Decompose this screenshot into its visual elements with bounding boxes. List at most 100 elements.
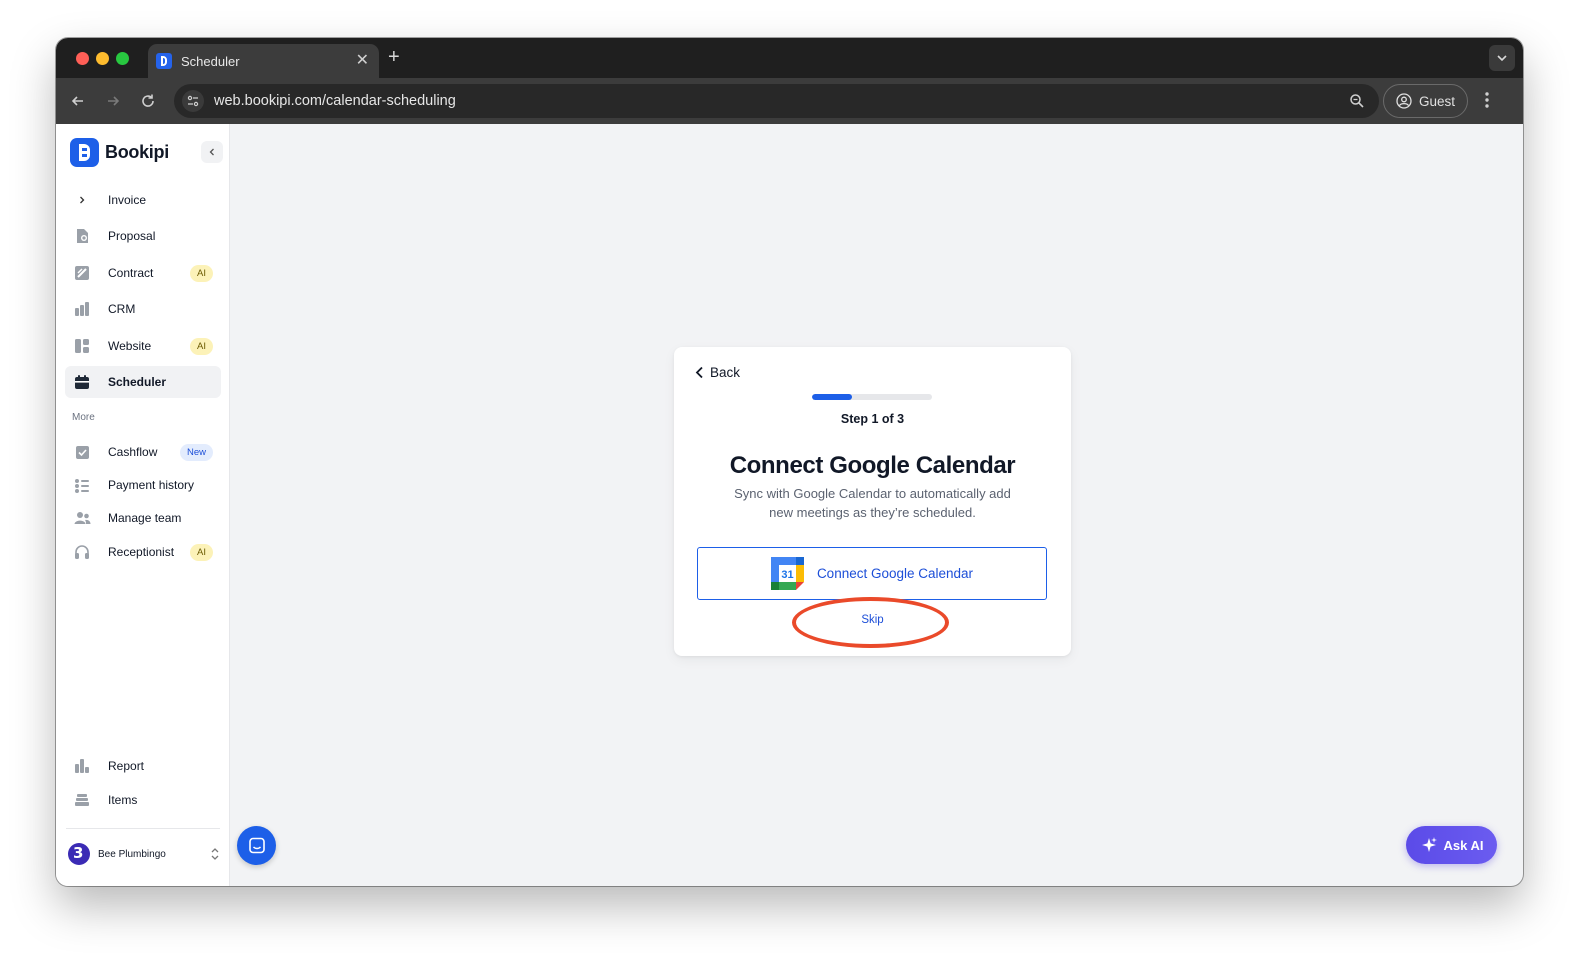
tab-strip: Scheduler ✕ + bbox=[56, 38, 1523, 78]
sidebar-item-label: Cashflow bbox=[108, 445, 158, 459]
sidebar-divider bbox=[66, 828, 220, 829]
browser-menu-icon[interactable] bbox=[1484, 91, 1490, 109]
sidebar-item-label: Receptionist bbox=[108, 545, 175, 559]
sidebar-item-label: Contract bbox=[108, 266, 154, 280]
main-content: Back Step 1 of 3 Connect Google Calendar… bbox=[230, 124, 1523, 886]
contract-icon bbox=[73, 264, 91, 282]
back-nav-button[interactable] bbox=[66, 89, 90, 113]
ask-ai-button[interactable]: Ask AI bbox=[1406, 826, 1497, 864]
browser-window: Scheduler ✕ + web.bookipi.com/calendar-s… bbox=[56, 38, 1523, 886]
account-name: Bee Plumbingo bbox=[98, 848, 166, 860]
account-switcher[interactable]: Bee Plumbingo bbox=[68, 841, 220, 867]
sidebar-item-items[interactable]: Items bbox=[65, 784, 221, 816]
calendar-day-number: 31 bbox=[781, 569, 793, 581]
close-tab-icon[interactable]: ✕ bbox=[356, 53, 369, 69]
bookipi-logo[interactable]: Bookipi bbox=[70, 138, 169, 167]
ai-badge: AI bbox=[190, 543, 213, 561]
sidebar-item-label: Scheduler bbox=[108, 375, 167, 389]
app-viewport: Bookipi Invoice Proposal Contract AI CRM… bbox=[56, 124, 1523, 886]
sidebar-item-proposal[interactable]: Proposal bbox=[65, 220, 221, 252]
bookipi-logo-icon bbox=[70, 138, 99, 167]
card-description: Sync with Google Calendar to automatical… bbox=[734, 486, 1011, 520]
reload-button[interactable] bbox=[136, 89, 160, 113]
chat-icon bbox=[248, 837, 265, 853]
new-tab-button[interactable]: + bbox=[388, 46, 400, 69]
proposal-icon bbox=[73, 227, 91, 245]
sidebar-item-label: Manage team bbox=[108, 511, 182, 525]
minimize-window-button[interactable] bbox=[96, 52, 109, 65]
chat-launcher-button[interactable] bbox=[237, 826, 276, 865]
address-bar[interactable]: web.bookipi.com/calendar-scheduling bbox=[174, 84, 1379, 118]
report-icon bbox=[73, 757, 91, 775]
sidebar-item-manage-team[interactable]: Manage team bbox=[65, 502, 221, 534]
chevron-right-icon bbox=[73, 191, 91, 209]
tab-title: Scheduler bbox=[181, 53, 240, 69]
url-text[interactable]: web.bookipi.com/calendar-scheduling bbox=[214, 93, 1349, 109]
chevron-left-icon bbox=[209, 148, 214, 156]
browser-toolbar: web.bookipi.com/calendar-scheduling Gues… bbox=[56, 78, 1523, 124]
card-title: Connect Google Calendar bbox=[729, 452, 1016, 479]
team-icon bbox=[73, 509, 91, 527]
sidebar-item-website[interactable]: Website AI bbox=[65, 330, 221, 362]
sidebar-item-label: CRM bbox=[108, 302, 136, 316]
forward-nav-button[interactable] bbox=[101, 89, 125, 113]
sidebar-item-label: Website bbox=[108, 339, 152, 353]
sidebar-item-label: Items bbox=[108, 793, 138, 807]
crm-icon bbox=[73, 300, 91, 318]
sidebar-item-invoice[interactable]: Invoice bbox=[65, 184, 221, 216]
skip-button[interactable]: Skip bbox=[674, 614, 1071, 626]
maximize-window-button[interactable] bbox=[116, 52, 129, 65]
sidebar-item-label: Proposal bbox=[108, 229, 156, 243]
chevron-left-icon bbox=[695, 366, 703, 379]
sidebar-item-cashflow[interactable]: Cashflow New bbox=[65, 436, 221, 468]
step-progress-bar bbox=[812, 394, 932, 400]
ask-ai-label: Ask AI bbox=[1443, 837, 1484, 853]
sparkle-icon bbox=[1421, 837, 1437, 852]
google-calendar-icon: 31 bbox=[770, 557, 804, 590]
items-icon bbox=[73, 791, 91, 809]
connect-button-label: Connect Google Calendar bbox=[816, 566, 974, 581]
sidebar-item-label: Invoice bbox=[108, 193, 147, 207]
chevron-down-icon bbox=[1497, 55, 1507, 62]
collapse-sidebar-button[interactable] bbox=[201, 141, 223, 163]
cashflow-icon bbox=[73, 443, 91, 461]
arrow-right-icon bbox=[108, 96, 120, 106]
sidebar-item-report[interactable]: Report bbox=[65, 750, 221, 782]
close-window-button[interactable] bbox=[76, 52, 89, 65]
calendar-icon bbox=[73, 373, 91, 391]
profile-button[interactable]: Guest bbox=[1383, 84, 1468, 118]
sidebar-item-scheduler[interactable]: Scheduler bbox=[65, 366, 221, 398]
tab-search-button[interactable] bbox=[1489, 45, 1515, 71]
sidebar: Bookipi Invoice Proposal Contract AI CRM… bbox=[56, 124, 230, 886]
zoom-icon[interactable] bbox=[1349, 93, 1365, 109]
step-indicator: Step 1 of 3 bbox=[840, 412, 905, 426]
sidebar-item-label: Payment history bbox=[108, 478, 195, 492]
new-badge: New bbox=[179, 443, 213, 461]
avatar bbox=[68, 843, 90, 865]
headset-icon bbox=[73, 543, 91, 561]
brand-name: Bookipi bbox=[105, 142, 169, 162]
arrow-left-icon bbox=[71, 96, 83, 106]
ai-badge: AI bbox=[190, 264, 213, 282]
sidebar-item-crm[interactable]: CRM bbox=[65, 293, 221, 325]
browser-tab[interactable]: Scheduler ✕ bbox=[148, 44, 379, 78]
back-label: Back bbox=[710, 365, 741, 380]
profile-label: Guest bbox=[1419, 93, 1456, 109]
step-progress-fill bbox=[812, 394, 852, 400]
connect-google-calendar-button[interactable]: 31 Connect Google Calendar bbox=[697, 547, 1047, 600]
ai-badge: AI bbox=[190, 337, 213, 355]
reload-icon bbox=[142, 94, 154, 107]
sidebar-item-label: Report bbox=[108, 759, 145, 773]
back-button[interactable]: Back bbox=[695, 365, 740, 380]
more-section-label: More bbox=[72, 412, 95, 423]
site-info-icon[interactable] bbox=[182, 90, 204, 112]
bookipi-favicon-icon bbox=[156, 53, 172, 69]
onboarding-card: Back Step 1 of 3 Connect Google Calendar… bbox=[674, 347, 1071, 656]
chevron-updown-icon bbox=[211, 848, 219, 860]
payment-history-icon bbox=[73, 476, 91, 494]
sidebar-item-payment-history[interactable]: Payment history bbox=[65, 469, 221, 501]
profile-icon bbox=[1396, 93, 1412, 109]
sidebar-item-receptionist[interactable]: Receptionist AI bbox=[65, 536, 221, 568]
sidebar-item-contract[interactable]: Contract AI bbox=[65, 257, 221, 289]
website-icon bbox=[73, 337, 91, 355]
